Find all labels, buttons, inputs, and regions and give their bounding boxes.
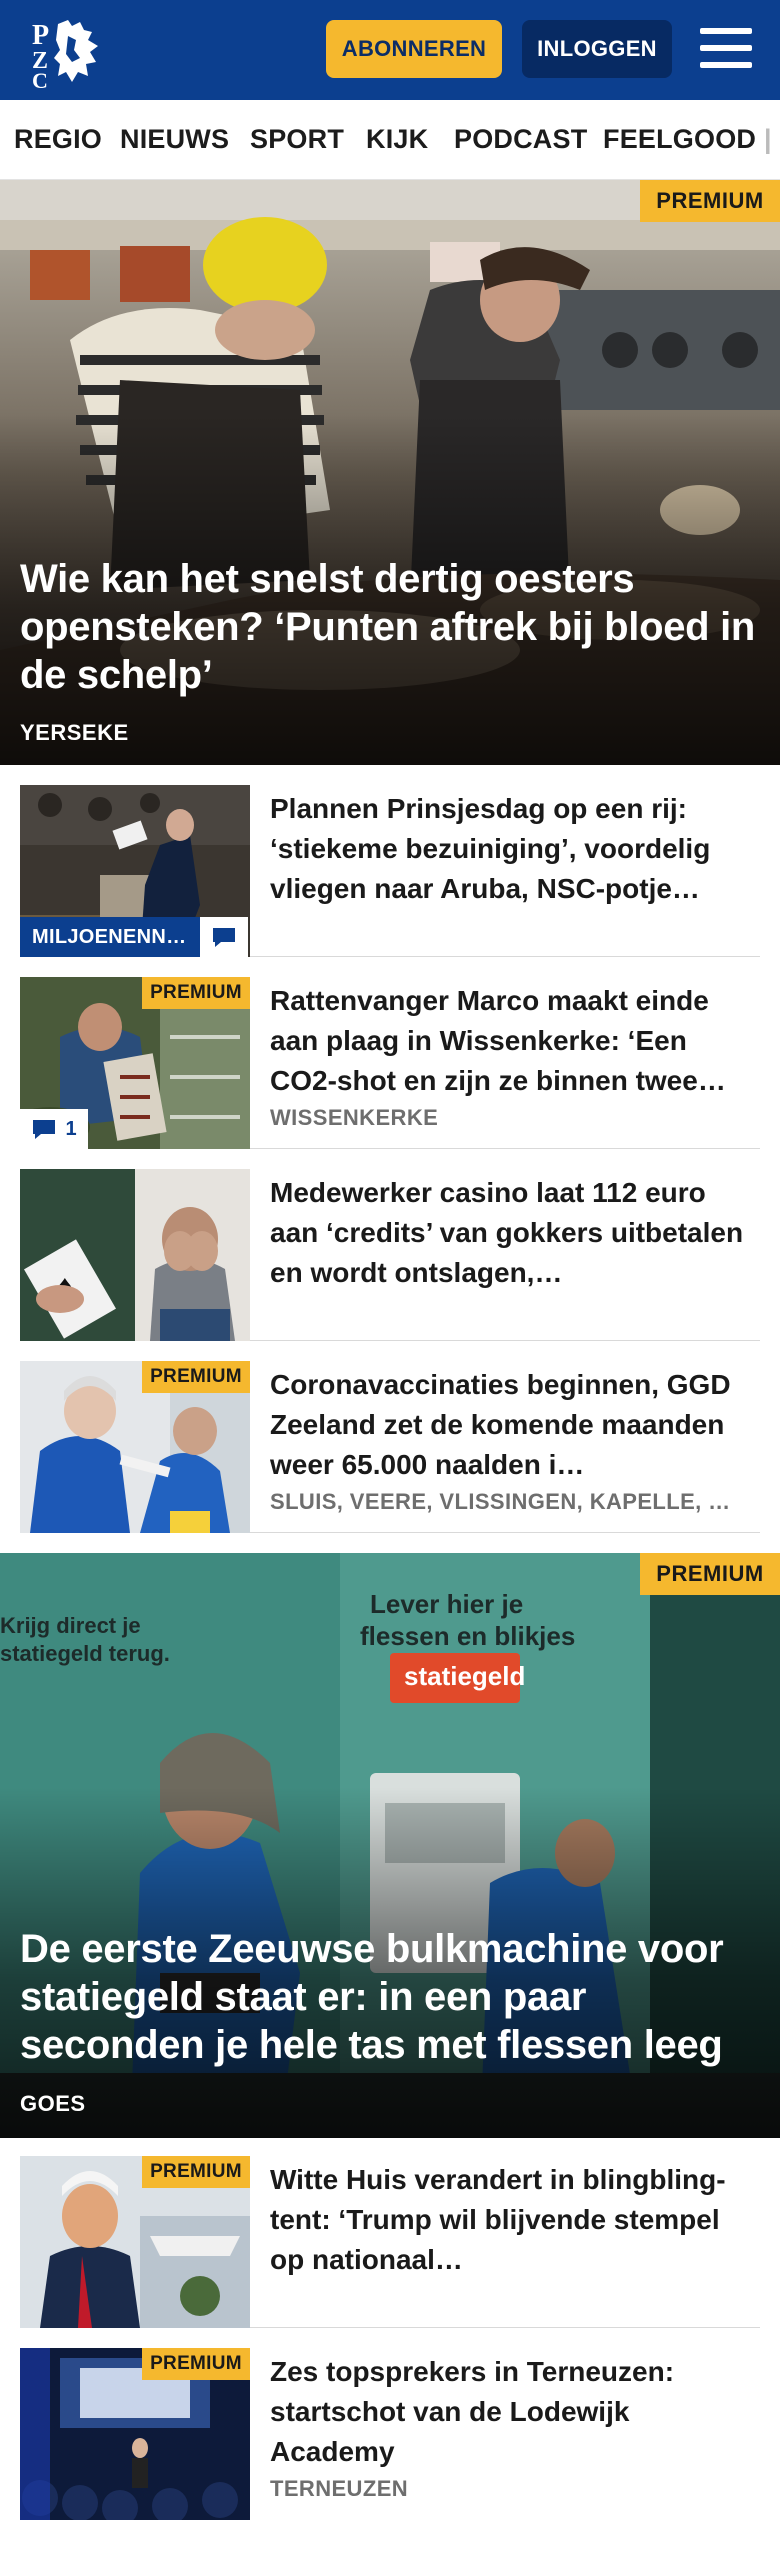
thumbnail-witte-huis: PREMIUM bbox=[20, 2156, 250, 2328]
article-location: TERNEUZEN bbox=[270, 2476, 409, 2501]
premium-badge: PREMIUM bbox=[142, 2348, 250, 2380]
nav-item-regio[interactable]: REGIO bbox=[14, 124, 102, 155]
thumbnail-casino: ♠ bbox=[20, 1169, 250, 1341]
hamburger-menu-icon[interactable] bbox=[700, 26, 752, 70]
comment-icon bbox=[33, 1120, 56, 1139]
svg-text:P: P bbox=[32, 20, 49, 51]
comment-count: 1 bbox=[65, 1117, 77, 1140]
hero-location: YERSEKE bbox=[20, 720, 129, 745]
list-item[interactable]: PREMIUM Coronavaccinaties beginnen, GGD … bbox=[20, 1361, 760, 1533]
pzc-logo[interactable]: P Z C bbox=[28, 14, 108, 93]
hero-title[interactable]: Wie kan het snelst dertig oesters openst… bbox=[20, 555, 756, 699]
hero-article-statiegeld[interactable]: statiegeld Lever hier je flessen en blik… bbox=[0, 1553, 780, 2138]
article-title[interactable]: Coronavaccinaties beginnen, GGD Zeeland … bbox=[270, 1365, 760, 1485]
hero-article-oesters[interactable]: PREMIUM Wie kan het snelst dertig oester… bbox=[0, 180, 780, 765]
section-nav: REGIO NIEUWS SPORT KIJK PODCAST FEELGOOD… bbox=[0, 100, 780, 180]
premium-badge: PREMIUM bbox=[142, 977, 250, 1009]
list-item[interactable]: PREMIUM Witte Huis verandert in blingbli… bbox=[20, 2156, 760, 2328]
comment-icon[interactable] bbox=[200, 917, 248, 957]
nav-item-kijk[interactable]: KIJK bbox=[366, 124, 428, 155]
nav-item-feelgood[interactable]: FEELGOOD bbox=[603, 124, 756, 155]
article-title[interactable]: Plannen Prinsjesdag op een rij: ‘stiekem… bbox=[270, 789, 760, 909]
comment-count-badge[interactable]: 1 bbox=[20, 1109, 88, 1149]
svg-text:C: C bbox=[32, 68, 48, 88]
svg-text:Lever hier je: Lever hier je bbox=[370, 1589, 523, 1619]
thumbnail-rattenvanger: PREMIUM 1 bbox=[20, 977, 250, 1149]
premium-badge: PREMIUM bbox=[640, 180, 780, 222]
article-location: SLUIS, VEERE, VLISSINGEN, KAPELLE, … bbox=[270, 1489, 731, 1514]
article-location: WISSENKERKE bbox=[270, 1105, 439, 1130]
article-title[interactable]: Medewerker casino laat 112 euro aan ‘cre… bbox=[270, 1173, 760, 1293]
login-button[interactable]: INLOGGEN bbox=[522, 20, 672, 78]
article-title[interactable]: Zes topsprekers in Terneuzen: startschot… bbox=[270, 2352, 760, 2472]
top-bar: P Z C ABONNEREN INLOGGEN bbox=[0, 0, 780, 100]
list-item[interactable]: PREMIUM 1 Rattenvanger Marco maakt einde… bbox=[20, 977, 760, 1149]
svg-text:flessen en blikjes: flessen en blikjes bbox=[360, 1621, 575, 1651]
svg-text:Krijg direct je: Krijg direct je bbox=[0, 1613, 141, 1638]
article-title[interactable]: Rattenvanger Marco maakt einde aan plaag… bbox=[270, 981, 760, 1101]
premium-badge: PREMIUM bbox=[142, 2156, 250, 2188]
thumbnail-prinsjesdag: MILJOENENN… bbox=[20, 785, 250, 957]
svg-text:statiegeld terug.: statiegeld terug. bbox=[0, 1641, 170, 1666]
premium-badge: PREMIUM bbox=[640, 1553, 780, 1595]
premium-badge: PREMIUM bbox=[142, 1361, 250, 1393]
list-item[interactable]: ♠ Medewerker casino laat 112 euro aan ‘c… bbox=[20, 1169, 760, 1341]
svg-text:statiegeld: statiegeld bbox=[404, 1661, 525, 1691]
subscribe-button[interactable]: ABONNEREN bbox=[326, 20, 502, 78]
list-item[interactable]: PREMIUM Zes topsprekers in Terneuzen: st… bbox=[20, 2348, 760, 2520]
nav-item-sport[interactable]: SPORT bbox=[250, 124, 344, 155]
hero-title[interactable]: De eerste Zeeuwse bulkmachine voor stati… bbox=[20, 1925, 756, 2069]
thumbnail-vaccination: PREMIUM bbox=[20, 1361, 250, 1533]
article-title[interactable]: Witte Huis verandert in blingbling-tent:… bbox=[270, 2160, 760, 2280]
hero-location: GOES bbox=[20, 2091, 86, 2116]
category-badge[interactable]: MILJOENENN… bbox=[20, 917, 200, 957]
nav-item-podcast[interactable]: PODCAST bbox=[454, 124, 587, 155]
list-item[interactable]: MILJOENENN… Plannen Prinsjesdag op een r… bbox=[20, 785, 760, 957]
nav-item-nieuws[interactable]: NIEUWS bbox=[120, 124, 229, 155]
nav-overflow-indicator: | bbox=[764, 124, 772, 154]
thumbnail-lodewijk-academy: PREMIUM bbox=[20, 2348, 250, 2520]
